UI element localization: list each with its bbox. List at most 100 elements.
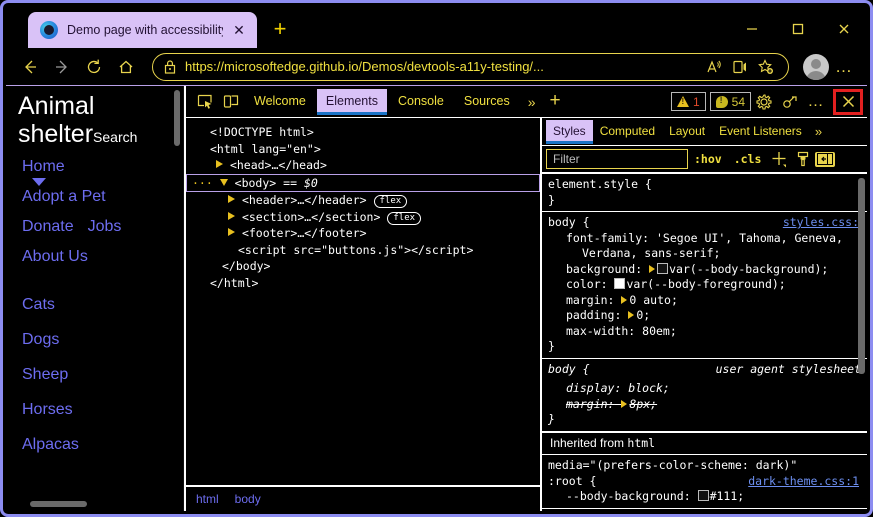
url-bar[interactable]: https://microsoftedge.github.io/Demos/de… [152,52,789,81]
immersive-reader-icon[interactable] [728,56,752,78]
decl-background-value: var(--body-background); [669,261,829,276]
expand-triangle-icon[interactable] [228,195,235,203]
style-pen-icon[interactable] [791,148,815,170]
home-button[interactable] [110,52,142,82]
nav-link-donate[interactable]: Donate [22,218,74,236]
tab-sources[interactable]: Sources [455,89,519,115]
expand-triangle-icon[interactable] [621,295,628,304]
maximize-button[interactable] [775,12,821,46]
new-tab-button[interactable]: + [263,12,297,46]
new-style-rule-button[interactable] [767,148,791,170]
breadcrumb-item-html[interactable]: html [196,492,219,506]
tab-elements[interactable]: Elements [316,88,387,115]
expand-triangle-icon[interactable] [228,228,235,236]
collapse-triangle-icon[interactable] [219,178,228,186]
browser-tab[interactable]: Demo page with accessibility iss ✕ [28,12,257,48]
device-emulation-icon[interactable] [218,90,244,114]
tab-event-listeners[interactable]: Event Listeners [712,120,809,144]
color-swatch[interactable] [697,490,709,501]
dom-line-doctype[interactable]: <!DOCTYPE html> [186,124,540,141]
flex-badge[interactable]: flex [373,195,408,208]
decl-color[interactable]: color: var(--body-foreground); [548,277,859,293]
dom-line-section[interactable]: <section>…</section> flex [186,209,540,226]
add-tab-button[interactable]: + [544,90,567,114]
nav-link-adopt-a-pet[interactable]: Adopt a Pet [22,188,106,206]
minimize-button[interactable] [729,12,775,46]
rule-body-user-agent[interactable]: body { user agent stylesheet display: bl… [542,359,867,432]
decl-ua-display[interactable]: display: block; [548,377,859,397]
stylesheet-link[interactable]: styles.css: [783,215,859,231]
back-button[interactable] [14,52,46,82]
inspect-element-icon[interactable] [192,90,218,114]
decl-body-background-var[interactable]: --body-background: #111; [548,489,859,505]
decl-font-family-line1[interactable]: font-family: 'Segoe UI', Tahoma, Geneva, [548,231,859,247]
dom-tree[interactable]: <!DOCTYPE html> <html lang="en"> <head>…… [186,118,540,485]
message-icon [715,95,728,108]
rule-root-dark-theme[interactable]: media="(prefers-color-scheme: dark)" :ro… [542,455,867,509]
toggle-sidebar-icon[interactable] [815,151,836,167]
window-close-button[interactable] [821,12,867,46]
dom-line-footer[interactable]: <footer>…</footer> [186,225,540,242]
animal-link-dogs[interactable]: Dogs [22,331,183,349]
breadcrumb-item-body[interactable]: body [235,492,261,506]
decl-max-width[interactable]: max-width: 80em; [548,324,859,340]
dom-line-body-selected[interactable]: ··· <body> == $0 [186,173,540,192]
animal-link-sheep[interactable]: Sheep [22,366,183,384]
rule-element-style[interactable]: element.style { } [542,174,867,212]
decl-margin[interactable]: margin: 0 auto; [548,293,859,309]
devtools-more-button[interactable]: … [803,90,829,114]
flex-badge[interactable]: flex [387,211,422,225]
nav-link-about-us[interactable]: About Us [22,248,88,266]
expand-triangle-icon[interactable] [621,399,628,408]
expand-triangle-icon[interactable] [216,160,223,168]
nav-link-jobs[interactable]: Jobs [88,218,122,236]
add-favorite-star-icon[interactable] [754,56,778,78]
decl-font-family-line2[interactable]: Verdana, sans-serif; [548,246,859,262]
page-vertical-scrollbar[interactable] [174,90,180,146]
expand-triangle-icon[interactable] [649,264,656,273]
color-swatch[interactable] [657,262,669,274]
dom-line-html-close[interactable]: </html> [186,275,540,292]
gear-icon[interactable] [751,90,777,114]
more-tabs-chevron-icon[interactable]: » [520,94,544,110]
dom-line-head[interactable]: <head>…</head> [186,157,540,174]
expand-triangle-icon[interactable] [628,311,635,319]
color-swatch[interactable] [614,278,626,289]
customize-devtools-icon[interactable] [777,90,803,114]
animal-link-horses[interactable]: Horses [22,401,183,419]
browser-more-button[interactable]: … [829,53,859,81]
dom-line-html-open[interactable]: <html lang="en"> [186,141,540,158]
tab-layout[interactable]: Layout [662,120,712,144]
animal-link-cats[interactable]: Cats [22,296,183,314]
tab-welcome[interactable]: Welcome [245,89,315,115]
cls-toggle[interactable]: .cls [728,152,768,166]
nav-link-home[interactable]: Home [22,158,65,176]
dark-theme-stylesheet-link[interactable]: dark-theme.css:1 [748,474,859,490]
close-icon[interactable]: ✕ [229,20,249,40]
styles-rules-list[interactable]: element.style { } body { styles.css: fon… [542,174,867,511]
decl-padding[interactable]: padding: 0; [548,308,859,324]
filter-input[interactable]: Filter [546,149,688,169]
tab-console[interactable]: Console [389,89,453,115]
reload-button[interactable] [78,52,110,82]
expand-triangle-icon[interactable] [228,211,235,220]
read-aloud-icon[interactable] [702,56,726,78]
animal-link-alpacas[interactable]: Alpacas [22,436,183,454]
tab-styles[interactable]: Styles [546,119,593,144]
devtools-close-button[interactable] [833,88,863,115]
dom-line-body-close[interactable]: </body> [186,258,540,275]
styles-vertical-scrollbar[interactable] [858,178,865,374]
message-badge[interactable]: 54 [709,92,751,111]
rule-body-styles-css[interactable]: body { styles.css: font-family: 'Segoe U… [542,212,867,359]
tab-computed[interactable]: Computed [593,120,662,144]
dom-line-header[interactable]: <header>…</header> flex [186,192,540,209]
warning-badge[interactable]: 1 [670,92,706,111]
forward-button[interactable] [46,52,78,82]
page-horizontal-scrollbar[interactable] [30,501,87,507]
styles-more-tabs-chevron-icon[interactable]: » [809,124,828,139]
hov-toggle[interactable]: :hov [688,152,728,166]
decl-background[interactable]: background: var(--body-background); [548,262,859,278]
decl-ua-margin[interactable]: margin: 8px; [548,397,859,413]
dom-line-script[interactable]: <script src="buttons.js"></script> [186,242,540,259]
profile-avatar-icon[interactable] [803,53,829,80]
